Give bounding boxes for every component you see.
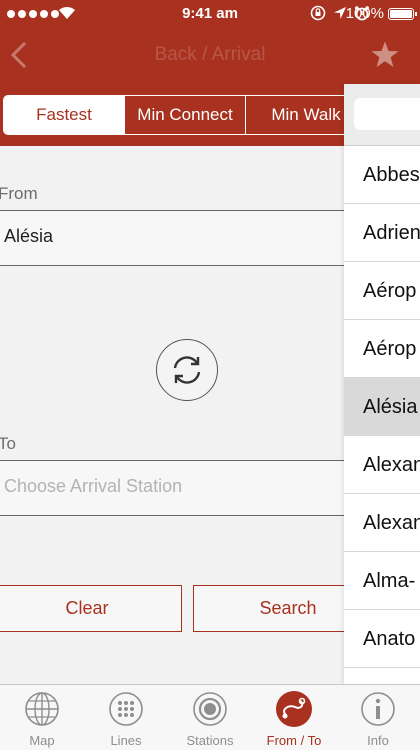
segment-fastest[interactable]: Fastest (4, 96, 125, 134)
station-list-item-selected[interactable]: Alésia (344, 378, 420, 436)
from-field[interactable]: Alésia (0, 210, 344, 266)
route-icon (276, 691, 312, 727)
tab-stations-label: Stations (186, 733, 234, 748)
tab-map[interactable]: Map (0, 685, 84, 750)
station-picker-panel: Abbes Adrien Aérop Aérop Alésia Alexan A… (344, 84, 420, 684)
station-list-item[interactable]: Alexan (344, 494, 420, 552)
tab-info-label: Info (367, 733, 389, 748)
app-screen: 9:41 am 100% Back / Arrival Fastest Min … (0, 0, 420, 750)
status-bar: 9:41 am 100% (0, 0, 420, 28)
station-list-item[interactable]: Abbes (344, 146, 420, 204)
battery-icon (388, 8, 417, 20)
tab-stations[interactable]: Stations (168, 685, 252, 750)
station-list-item[interactable]: Alma- (344, 552, 420, 610)
globe-icon (25, 692, 59, 726)
info-icon (361, 692, 395, 726)
tab-map-label: Map (29, 733, 55, 748)
clear-button[interactable]: Clear (0, 585, 182, 632)
segment-min-connect[interactable]: Min Connect (125, 96, 246, 134)
tab-from-to[interactable]: From / To (252, 685, 336, 750)
from-label: From (0, 184, 38, 203)
to-placeholder: Choose Arrival Station (4, 476, 183, 496)
tab-lines[interactable]: Lines (84, 685, 168, 750)
station-list-item[interactable]: Aérop (344, 262, 420, 320)
nav-title: Back / Arrival (154, 44, 266, 65)
station-search-field[interactable] (354, 98, 420, 130)
tab-info[interactable]: Info (336, 685, 420, 750)
swap-stations-button[interactable] (156, 339, 218, 401)
grid-dots-icon (109, 692, 143, 726)
swap-arrows-icon (173, 356, 201, 384)
station-list-item[interactable]: Alexan (344, 436, 420, 494)
rotation-lock-icon (310, 5, 326, 21)
tab-bar: Map Lines Stations From / To Info (0, 684, 420, 750)
station-list-item[interactable]: Adrien (344, 204, 420, 262)
tab-lines-label: Lines (110, 733, 142, 748)
station-list-item[interactable]: Anato (344, 610, 420, 668)
station-list-item[interactable]: Aérop (344, 320, 420, 378)
back-chevron-icon[interactable] (8, 40, 32, 70)
station-target-icon (193, 692, 227, 726)
navigation-bar: 9:41 am 100% Back / Arrival (0, 0, 420, 84)
favorite-star-icon[interactable] (370, 40, 400, 70)
to-label: To (0, 434, 16, 453)
station-list: Abbes Adrien Aérop Aérop Alésia Alexan A… (344, 146, 420, 668)
battery-percentage: 100% (345, 5, 384, 22)
station-search-bar (344, 84, 420, 146)
to-field[interactable]: Choose Arrival Station (0, 460, 344, 516)
from-value: Alésia (4, 226, 54, 246)
tab-from-to-label: From / To (266, 733, 322, 748)
